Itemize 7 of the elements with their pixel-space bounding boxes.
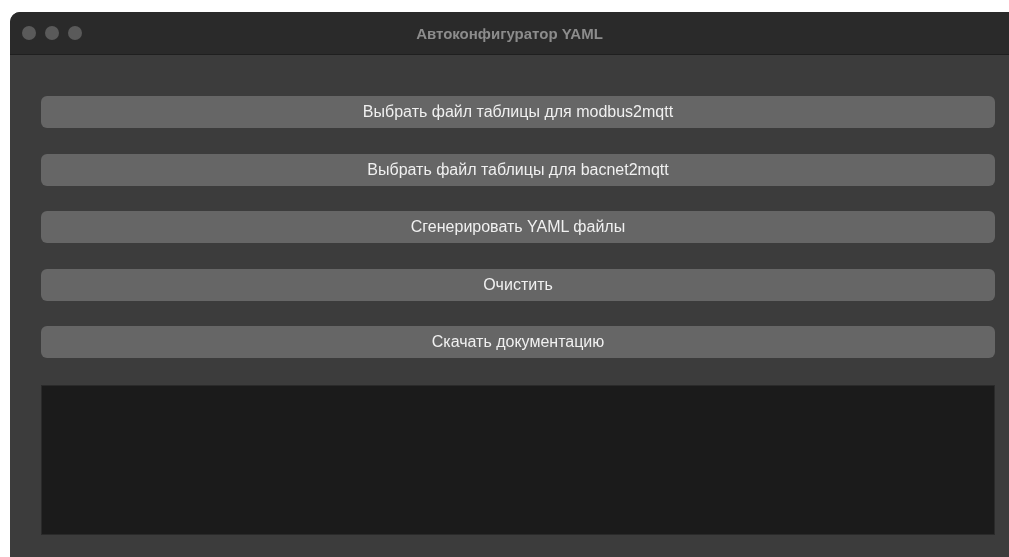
- action-button[interactable]: Выбрать файл таблицы для bacnet2mqtt: [41, 153, 995, 186]
- output-area[interactable]: [41, 384, 995, 535]
- action-button[interactable]: Выбрать файл таблицы для modbus2mqtt: [41, 96, 995, 128]
- action-button[interactable]: Очистить: [41, 268, 995, 301]
- action-button[interactable]: Скачать документацию: [41, 326, 995, 358]
- window-title: Автоконфигуратор YAML: [416, 24, 603, 42]
- action-button[interactable]: Сгенерировать YAML файлы: [41, 211, 995, 243]
